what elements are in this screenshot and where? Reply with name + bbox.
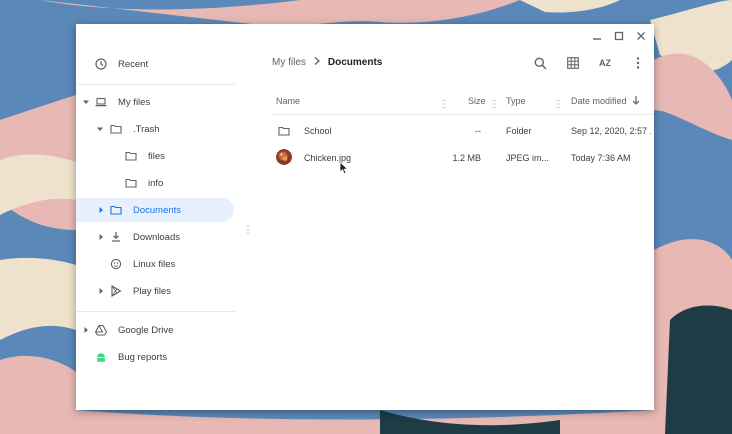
sort-descending-icon[interactable] xyxy=(632,95,640,107)
table-row[interactable]: Chicken.jpg 1.2 MB JPEG im... Today 7:36… xyxy=(266,145,654,171)
sort-button[interactable]: AZ xyxy=(596,54,614,72)
column-header-name[interactable]: Name xyxy=(276,96,300,106)
column-header-date[interactable]: Date modified xyxy=(571,96,627,106)
image-thumbnail xyxy=(276,149,292,165)
linux-icon xyxy=(110,258,122,270)
sidebar-item-documents[interactable]: Documents xyxy=(76,198,234,222)
search-icon[interactable] xyxy=(531,54,549,72)
sidebar-item-label: .Trash xyxy=(133,123,160,135)
breadcrumb-current[interactable]: Documents xyxy=(328,57,382,68)
column-resize-handle[interactable] xyxy=(442,96,446,109)
sidebar-item-label: My files xyxy=(118,96,151,108)
sidebar-item-label: Bug reports xyxy=(118,351,168,363)
sidebar-divider xyxy=(76,311,236,312)
folder-icon xyxy=(125,177,137,189)
expand-arrow-icon[interactable] xyxy=(83,327,89,333)
file-name: Chicken.jpg xyxy=(304,153,352,163)
sidebar-item-play-files[interactable]: Play files xyxy=(76,279,236,303)
table-row[interactable]: School -- Folder Sep 12, 2020, 2:57 ... xyxy=(266,118,654,144)
sidebar-item-google-drive[interactable]: Google Drive xyxy=(76,318,236,342)
sidebar-item-label: files xyxy=(148,150,165,162)
file-size: 1.2 MB xyxy=(452,153,481,163)
column-header-type[interactable]: Type xyxy=(506,96,526,106)
sidebar-item-label: Google Drive xyxy=(118,324,174,336)
sidebar-item-trash[interactable]: .Trash xyxy=(76,117,236,141)
breadcrumb-root[interactable]: My files xyxy=(272,57,306,68)
sidebar-item-bug-reports[interactable]: Bug reports xyxy=(76,345,236,369)
sidebar-item-files[interactable]: files xyxy=(76,144,236,168)
laptop-icon xyxy=(95,96,107,108)
expand-arrow-icon[interactable] xyxy=(98,288,104,294)
header-divider xyxy=(272,114,654,115)
download-icon xyxy=(110,231,122,243)
sidebar-item-label: info xyxy=(148,177,164,189)
file-date: Today 7:36 AM xyxy=(571,153,631,163)
folder-icon xyxy=(110,204,122,216)
sidebar-item-label: Play files xyxy=(133,285,172,297)
breadcrumb-separator-icon xyxy=(314,57,320,68)
breadcrumb: My files Documents xyxy=(272,57,382,68)
expand-arrow-icon[interactable] xyxy=(97,126,103,132)
file-size: -- xyxy=(475,126,481,136)
sidebar-item-label: Documents xyxy=(133,204,182,216)
column-resize-handle[interactable] xyxy=(492,96,496,109)
file-type: JPEG im... xyxy=(506,153,550,163)
file-date: Sep 12, 2020, 2:57 ... xyxy=(571,126,651,136)
sidebar-item-linux-files[interactable]: Linux files xyxy=(76,252,236,276)
navigation-sidebar: Recent My files .Trash files info Docume… xyxy=(76,24,241,410)
file-name: School xyxy=(304,126,332,136)
sidebar-item-label: Linux files xyxy=(133,258,176,270)
sort-label: AZ xyxy=(599,58,611,68)
sidebar-item-downloads[interactable]: Downloads xyxy=(76,225,236,249)
sidebar-item-label: Downloads xyxy=(133,231,180,243)
expand-arrow-icon[interactable] xyxy=(83,99,89,105)
sidebar-item-my-files[interactable]: My files xyxy=(76,90,236,114)
folder-icon xyxy=(110,123,122,135)
column-resize-handle[interactable] xyxy=(556,96,560,109)
android-icon xyxy=(95,351,107,363)
expand-arrow-icon[interactable] xyxy=(98,234,104,240)
column-header-size[interactable]: Size xyxy=(468,96,486,106)
drive-icon xyxy=(95,324,107,336)
sidebar-item-label: Recent xyxy=(118,58,149,70)
sidebar-item-info[interactable]: info xyxy=(76,171,236,195)
folder-icon xyxy=(125,150,137,162)
sidebar-resize-handle[interactable] xyxy=(246,222,250,235)
expand-arrow-icon[interactable] xyxy=(98,207,104,213)
files-app-window: Recent My files .Trash files info Docume… xyxy=(76,24,654,410)
more-vert-icon[interactable] xyxy=(629,54,647,72)
play-icon xyxy=(110,285,122,297)
grid-view-icon[interactable] xyxy=(564,54,582,72)
file-type: Folder xyxy=(506,126,532,136)
clock-icon xyxy=(95,58,107,70)
sidebar-item-recent[interactable]: Recent xyxy=(76,52,236,76)
sidebar-divider xyxy=(76,84,236,85)
file-list-pane: My files Documents AZ Name Size Type Dat… xyxy=(266,24,654,410)
mouse-pointer-icon xyxy=(339,161,349,175)
folder-icon xyxy=(278,118,292,144)
